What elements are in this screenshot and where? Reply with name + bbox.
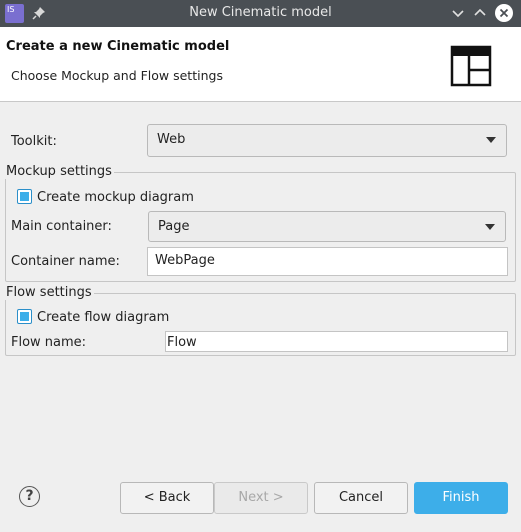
flow-name-value: Flow (167, 335, 197, 350)
layout-icon (450, 45, 492, 87)
create-flow-label[interactable]: Create flow diagram (37, 310, 169, 325)
cancel-button[interactable]: Cancel (314, 482, 408, 514)
container-name-value: WebPage (155, 253, 215, 268)
container-name-input[interactable]: WebPage (147, 247, 508, 276)
create-mockup-checkbox[interactable] (17, 189, 32, 204)
flow-settings-title: Flow settings (4, 285, 94, 300)
next-button[interactable]: Next > (214, 482, 308, 514)
checkbox-checked-mark (20, 192, 29, 201)
toolkit-label: Toolkit: (11, 134, 57, 149)
chevron-down-icon (486, 137, 496, 143)
main-container-value: Page (158, 219, 190, 234)
page-title: Create a new Cinematic model (6, 39, 230, 54)
main-container-select[interactable]: Page (148, 211, 506, 242)
main-container-label: Main container: (11, 219, 112, 234)
checkbox-checked-mark (20, 312, 29, 321)
toolkit-select[interactable]: Web (147, 124, 507, 157)
window-title: New Cinematic model (189, 5, 332, 20)
mockup-settings-title: Mockup settings (4, 164, 114, 179)
finish-button[interactable]: Finish (414, 482, 508, 514)
back-button[interactable]: < Back (120, 482, 214, 514)
page-subtitle: Choose Mockup and Flow settings (11, 68, 223, 83)
wizard-window: IS New Cinematic model Create a new Cine… (0, 0, 521, 532)
flow-name-input[interactable]: Flow (165, 331, 508, 352)
wizard-header: Create a new Cinematic model Choose Mock… (0, 27, 521, 102)
help-icon[interactable]: ? (19, 486, 40, 507)
close-button[interactable] (495, 4, 513, 22)
flow-name-label: Flow name: (11, 335, 87, 350)
maximize-icon[interactable] (471, 4, 489, 22)
title-bar: IS New Cinematic model (0, 0, 521, 27)
minimize-icon[interactable] (449, 4, 467, 22)
create-flow-checkbox[interactable] (17, 309, 32, 324)
toolkit-value: Web (157, 132, 186, 147)
create-mockup-label[interactable]: Create mockup diagram (37, 190, 194, 205)
close-icon (499, 8, 509, 18)
chevron-down-icon (485, 224, 495, 230)
container-name-label: Container name: (11, 254, 120, 269)
